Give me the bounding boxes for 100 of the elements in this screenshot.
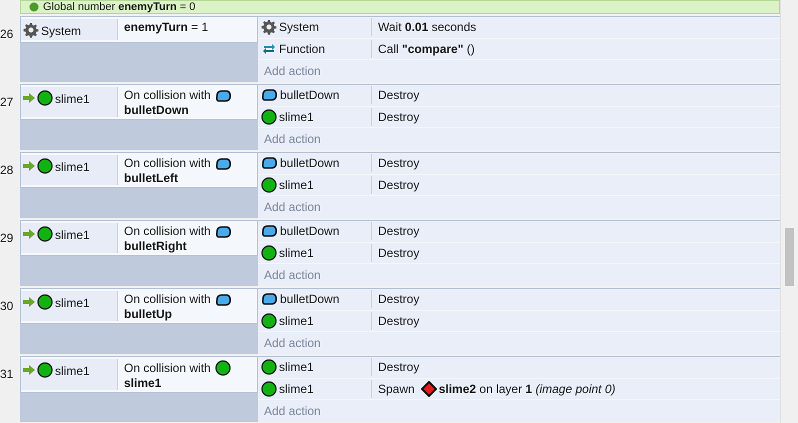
circle-icon [261, 381, 277, 397]
object-name: System [41, 23, 82, 40]
blob-icon [214, 88, 232, 102]
object-name: slime1 [279, 245, 314, 262]
condition-text: On collision with [124, 156, 211, 171]
action-text: Destroy [378, 223, 420, 240]
arrow-icon [23, 297, 35, 307]
action-text: Destroy [378, 109, 420, 126]
action-object[interactable]: slime1 [258, 312, 372, 330]
arrow-icon [23, 229, 35, 239]
object-name: slime1 [55, 227, 90, 244]
object-name: bulletDown [280, 87, 340, 104]
condition-parameter: bulletDown [124, 103, 189, 118]
action-text: Destroy [378, 155, 420, 172]
event-block[interactable]: slime1 On collision with bulletDown [20, 84, 258, 150]
gear-icon [261, 19, 277, 36]
condition-text: On collision with [124, 292, 211, 307]
circle-icon [37, 294, 53, 310]
action-text: Destroy [378, 313, 420, 330]
action-text: Destroy [378, 291, 420, 308]
blob-icon [214, 156, 232, 170]
diamond-icon [420, 381, 437, 397]
event-block[interactable]: slime1 On collision with bulletLeft [20, 152, 258, 218]
arrow-icon [23, 93, 35, 103]
scrollbar-thumb[interactable] [785, 228, 794, 286]
circle-icon [37, 362, 53, 378]
condition-object[interactable]: slime1 [21, 155, 118, 185]
circle-icon [37, 158, 53, 174]
action-object[interactable]: bulletDown [258, 222, 372, 240]
circle-icon [37, 90, 53, 106]
action-object[interactable]: slime1 [258, 380, 372, 398]
event-number: 28 [0, 162, 14, 179]
object-name: bulletDown [280, 223, 340, 240]
blob-icon [214, 292, 232, 306]
condition-text: enemyTurn = 1 [124, 20, 208, 35]
object-name: Function [279, 41, 326, 58]
circle-icon [261, 109, 277, 125]
event-number: 26 [0, 26, 14, 43]
object-name: slime1 [279, 359, 314, 376]
action-object[interactable]: slime1 [258, 244, 372, 262]
globe-icon [29, 2, 39, 12]
condition-text: On collision with [124, 88, 211, 103]
condition-object[interactable]: slime1 [21, 223, 118, 253]
object-name: slime1 [55, 91, 90, 108]
condition-parameter: slime1 [124, 376, 162, 391]
action-object[interactable]: bulletDown [258, 154, 372, 172]
condition-parameter: bulletUp [124, 307, 172, 322]
object-name: System [279, 19, 320, 36]
circle-icon [37, 226, 53, 242]
arrow-icon [23, 161, 35, 171]
object-name: slime1 [279, 313, 314, 330]
condition-object[interactable]: slime1 [21, 87, 118, 117]
action-text: Wait 0.01 seconds [378, 19, 476, 36]
gear-icon [23, 22, 39, 38]
condition-text: On collision with [124, 224, 211, 239]
event-number: 30 [0, 298, 14, 315]
object-name: slime1 [279, 177, 314, 194]
condition-parameter: bulletLeft [124, 171, 178, 186]
blob-icon [261, 224, 278, 238]
condition-parameter: bulletRight [124, 239, 187, 254]
blob-icon [261, 88, 278, 102]
event-number: 29 [0, 230, 14, 247]
object-name: slime1 [55, 159, 90, 176]
action-object[interactable]: slime1 [258, 358, 372, 376]
action-object[interactable]: bulletDown [258, 290, 372, 308]
action-text: Destroy [378, 359, 420, 376]
action-text: Spawn [378, 381, 415, 398]
blob-icon [214, 224, 232, 238]
object-name: bulletDown [280, 291, 340, 308]
arrow-icon [23, 365, 35, 375]
global-variable-text: Global number enemyTurn = 0 [43, 2, 196, 12]
event-block[interactable]: slime1 On collision with bulletRight [20, 220, 258, 286]
action-object[interactable]: Function [258, 40, 372, 58]
event-block[interactable]: slime1 On collision with bulletUp [20, 288, 258, 354]
action-object[interactable]: slime1 [258, 108, 372, 126]
object-name: slime1 [55, 295, 90, 312]
object-name: slime1 [55, 363, 90, 380]
action-object[interactable]: slime1 [258, 176, 372, 194]
action-object[interactable]: bulletDown [258, 86, 372, 104]
event-number: 27 [0, 94, 14, 111]
object-name: slime1 [279, 381, 314, 398]
object-name: slime1 [279, 109, 314, 126]
action-text: Destroy [378, 245, 420, 262]
action-object[interactable]: System [258, 18, 372, 36]
event-block[interactable]: System enemyTurn = 1 [20, 16, 258, 82]
condition-object[interactable]: slime1 [21, 359, 118, 390]
action-text: Destroy [378, 177, 420, 194]
blob-icon [261, 292, 278, 306]
action-text: Destroy [378, 87, 420, 104]
blob-icon [261, 156, 278, 170]
object-name: bulletDown [280, 155, 340, 172]
circle-icon [261, 245, 277, 261]
condition-object[interactable]: slime1 [21, 291, 118, 321]
condition-object[interactable]: System [21, 19, 118, 40]
circle-icon [261, 359, 277, 376]
event-number: 31 [0, 366, 14, 383]
condition-text: On collision with [124, 360, 211, 376]
circle-icon [214, 360, 231, 376]
event-block[interactable]: slime1 On collision with slime1 [20, 356, 258, 422]
action-parameter: slime2 on layer 1 (image point 0) [438, 381, 616, 398]
